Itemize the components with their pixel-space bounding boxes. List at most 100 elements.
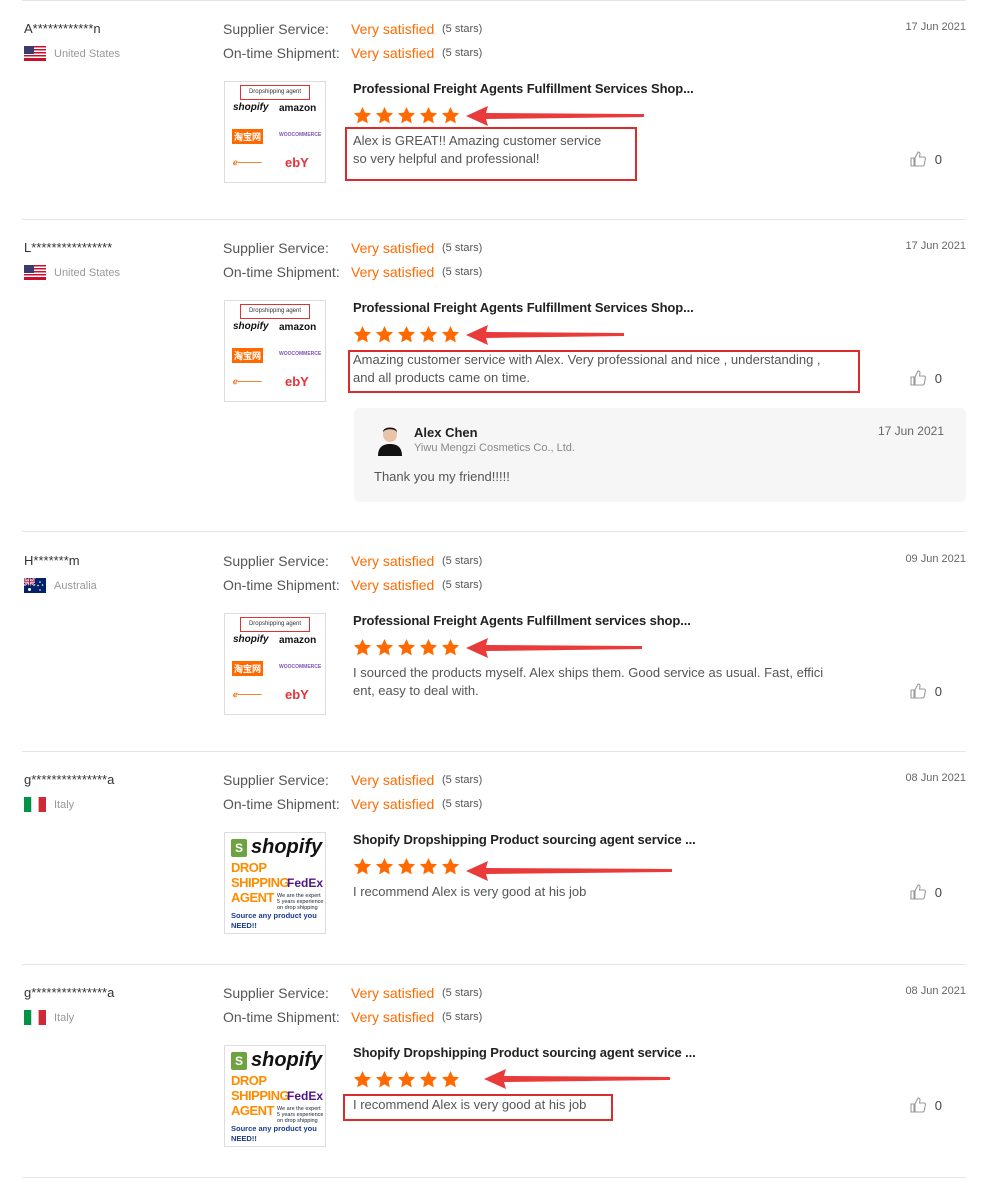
woocommerce-logo: WOOCOMMERCE [279, 664, 322, 670]
comment-line: so very helpful and professional! [353, 151, 540, 166]
seller-company: Yiwu Mengzi Cosmetics Co., Ltd. [414, 442, 575, 454]
supplier-service-stars: (5 stars) [442, 987, 483, 999]
ontime-shipment-value: Very satisfied [351, 264, 435, 280]
product-title[interactable]: Shopify Dropshipping Product sourcing ag… [353, 1045, 696, 1060]
reviewer-name: g***************a [24, 985, 115, 1000]
need-text: NEED!! [231, 1134, 257, 1143]
source-text: Source any product you [231, 911, 317, 920]
supplier-service-label: Supplier Service: [223, 985, 329, 1001]
review-divider [22, 1177, 966, 1178]
review-comment: Amazing customer service with Alex. Very… [353, 351, 821, 387]
product-thumbnail[interactable]: Dropshipping agent shopify amazon 淘宝网 WO… [224, 613, 326, 715]
au-flag-icon [24, 578, 46, 593]
product-thumbnail[interactable]: Dropshipping agent shopify amazon 淘宝网 WO… [224, 300, 326, 402]
star-rating [353, 638, 460, 657]
star-rating [353, 325, 460, 344]
thumbs-up-icon[interactable] [909, 150, 927, 168]
like-count: 0 [934, 151, 942, 167]
star-rating [353, 1070, 460, 1089]
ontime-shipment-label: On-time Shipment: [223, 796, 340, 812]
star-icon [353, 1071, 372, 1088]
top-divider [22, 0, 966, 1]
reviewer-name: L**************** [24, 240, 113, 255]
product-title[interactable]: Professional Freight Agents Fulfillment … [353, 613, 691, 628]
expert-text: We are the expert 5 years experience on … [277, 1106, 323, 1124]
ontime-shipment-value: Very satisfied [351, 796, 435, 812]
amazon-logo: amazon [279, 103, 317, 114]
country-name: Australia [54, 579, 97, 592]
it-flag-icon [24, 1010, 46, 1025]
supplier-service-rating: Supplier Service: Very satisfied (5 star… [223, 553, 482, 569]
ebay-logo: ebY [285, 374, 309, 389]
product-thumbnail[interactable]: S shopify DROP SHIPPING AGENT FedEx We a… [224, 832, 326, 934]
fedex-logo: FedEx [287, 876, 324, 890]
review-divider [22, 531, 966, 532]
like-control[interactable]: 0 [909, 1096, 942, 1114]
review-comment: I sourced the products myself. Alex ship… [353, 664, 823, 700]
review-date: 09 Jun 2021 [905, 553, 966, 565]
like-control[interactable]: 0 [909, 682, 942, 700]
need-text: NEED!! [231, 921, 257, 930]
comment-line: I sourced the products myself. Alex ship… [353, 665, 824, 680]
star-icon [419, 1071, 438, 1088]
agent-text: AGENT [231, 890, 275, 905]
reply-text: Thank you my friend!!!!! [374, 469, 510, 484]
source-text: Source any product you [231, 1124, 317, 1133]
review-comment: I recommend Alex is very good at his job [353, 883, 586, 901]
ontime-shipment-label: On-time Shipment: [223, 577, 340, 593]
like-control[interactable]: 0 [909, 369, 942, 387]
shipping-text: SHIPPING [231, 1088, 290, 1103]
star-icon [375, 639, 394, 656]
reply-date: 17 Jun 2021 [877, 424, 944, 438]
supplier-service-label: Supplier Service: [223, 553, 329, 569]
annotation-arrow [466, 861, 672, 881]
product-title[interactable]: Professional Freight Agents Fulfillment … [353, 81, 694, 96]
alibaba-logo: ℯ——— [233, 158, 262, 167]
star-icon [353, 858, 372, 875]
star-icon [419, 107, 438, 124]
amazon-logo: amazon [279, 635, 317, 646]
shopify-bag-icon: S [231, 839, 247, 857]
alibaba-logo: ℯ——— [233, 377, 262, 386]
review-date: 17 Jun 2021 [905, 21, 966, 33]
amazon-logo: amazon [279, 322, 317, 333]
star-icon [353, 107, 372, 124]
like-control[interactable]: 0 [909, 150, 942, 168]
ontime-shipment-rating: On-time Shipment: Very satisfied (5 star… [223, 1009, 482, 1025]
star-icon [397, 326, 416, 343]
thumbs-up-icon[interactable] [909, 1096, 927, 1114]
ontime-shipment-stars: (5 stars) [442, 579, 483, 591]
supplier-service-stars: (5 stars) [442, 23, 483, 35]
product-thumbnail[interactable]: Dropshipping agent shopify amazon 淘宝网 WO… [224, 81, 326, 183]
review-comment: I recommend Alex is very good at his job [353, 1096, 586, 1114]
product-title[interactable]: Professional Freight Agents Fulfillment … [353, 300, 694, 315]
review-item: g***************a Italy Supplier Service… [22, 985, 966, 1178]
product-title[interactable]: Shopify Dropshipping Product sourcing ag… [353, 832, 696, 847]
supplier-service-rating: Supplier Service: Very satisfied (5 star… [223, 240, 482, 256]
annotation-arrow [484, 1069, 670, 1089]
review-divider [22, 751, 966, 752]
thumbs-up-icon[interactable] [909, 682, 927, 700]
like-count: 0 [934, 370, 942, 386]
supplier-service-rating: Supplier Service: Very satisfied (5 star… [223, 21, 482, 37]
star-icon [397, 1071, 416, 1088]
country-name: United States [54, 47, 121, 60]
dropshipping-agent-badge: Dropshipping agent [240, 85, 310, 100]
thumbs-up-icon[interactable] [909, 883, 927, 901]
reviewer-country: Italy [24, 797, 74, 812]
thumbs-up-icon[interactable] [909, 369, 927, 387]
shopify-wordmark: shopify [251, 1049, 323, 1071]
review-divider [22, 964, 966, 965]
star-icon [441, 639, 460, 656]
reviewer-country: Italy [24, 1010, 74, 1025]
comment-line: Amazing customer service with Alex. Very… [353, 352, 821, 367]
comment-line: Alex is GREAT!! Amazing customer service [353, 133, 602, 148]
reviewer-name: g***************a [24, 772, 115, 787]
supplier-service-label: Supplier Service: [223, 772, 329, 788]
dropshipping-agent-badge: Dropshipping agent [240, 617, 310, 632]
taobao-logo: 淘宝网 [232, 661, 264, 676]
like-control[interactable]: 0 [909, 883, 942, 901]
us-flag-icon [24, 46, 46, 61]
product-thumbnail[interactable]: S shopify DROP SHIPPING AGENT FedEx We a… [224, 1045, 326, 1147]
shopify-bag-icon: S [231, 1052, 247, 1070]
